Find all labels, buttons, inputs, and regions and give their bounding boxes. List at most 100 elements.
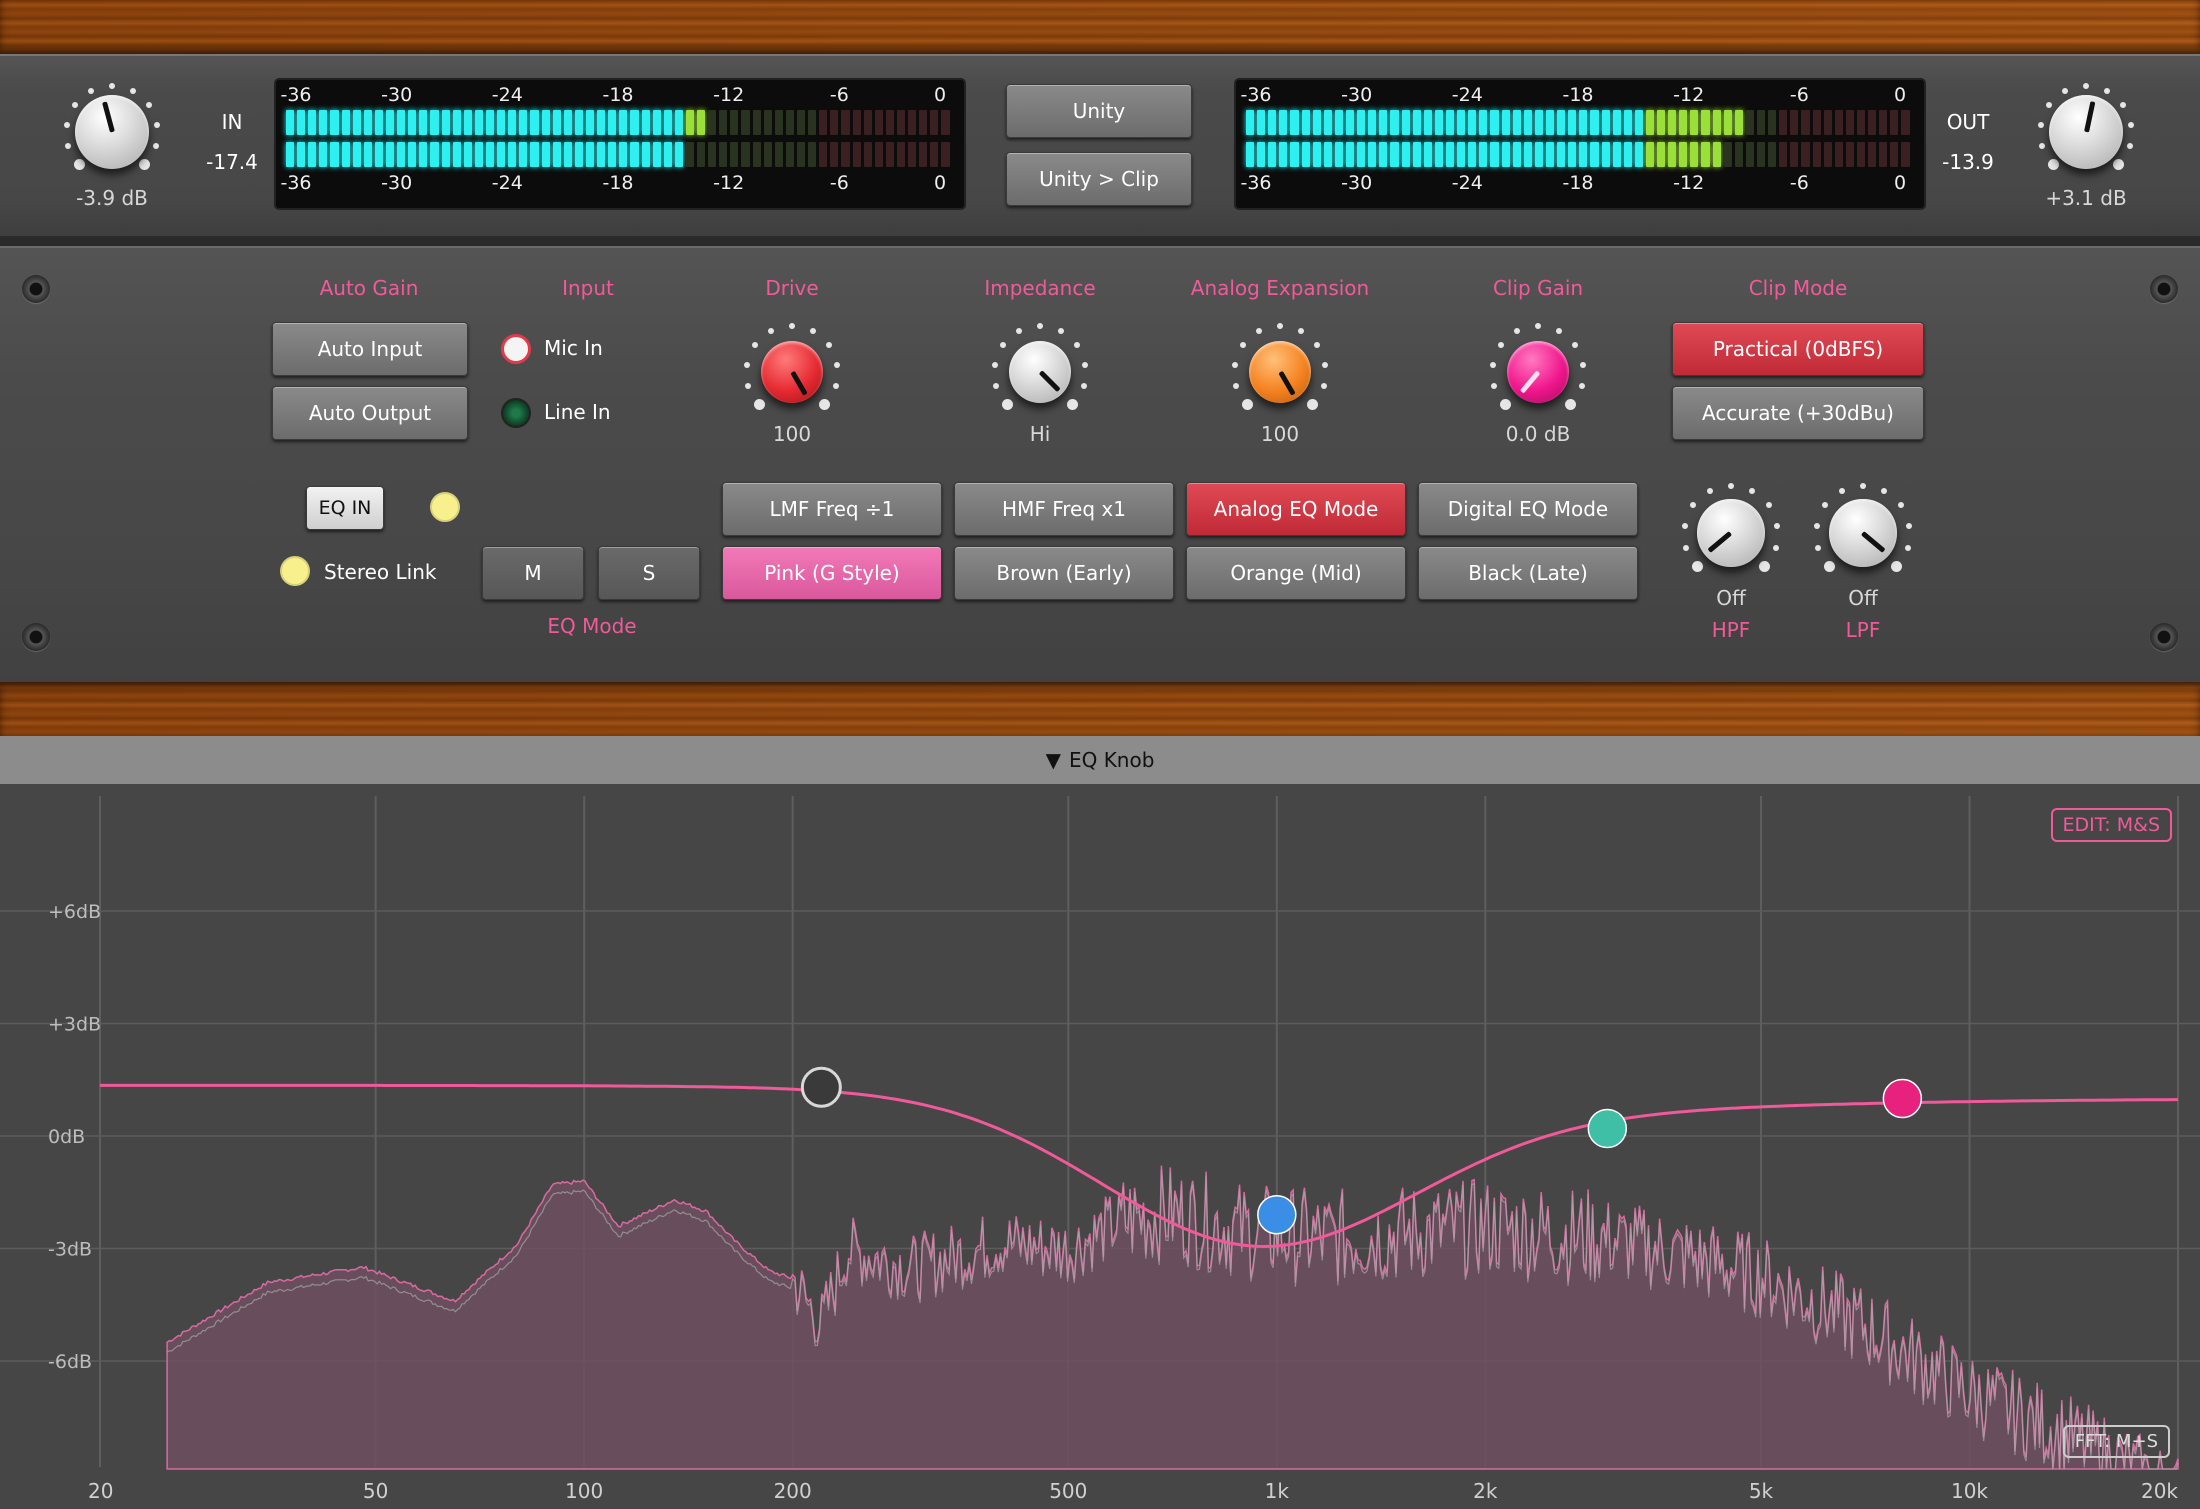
knob-tick [745, 383, 752, 390]
eq-panel-toggle[interactable]: ▼ EQ Knob [0, 736, 2200, 784]
meter-segment [808, 110, 817, 135]
knob-cap [1697, 499, 1765, 567]
knob-tick [1758, 560, 1770, 572]
knob-tick [1320, 383, 1327, 390]
mic-in-radio[interactable] [501, 334, 531, 364]
eq-mode-m-button[interactable]: M [482, 546, 584, 600]
meter-segment [641, 142, 650, 167]
stereo-link-indicator[interactable] [280, 556, 310, 586]
eq-band-handle-high[interactable] [1882, 1078, 1923, 1119]
meter-segment [1757, 142, 1766, 167]
line-in-radio[interactable] [501, 398, 531, 428]
meter-segment [863, 110, 872, 135]
meter-segment [1434, 110, 1443, 135]
eq-band-handle-low-mid[interactable] [1257, 1195, 1297, 1235]
hmf-freq-button[interactable]: HMF Freq x1 [954, 482, 1174, 536]
db-axis-label: 0dB [48, 1126, 85, 1148]
meter-segment [697, 110, 706, 135]
meter-segment [1412, 142, 1421, 167]
analog-eq-mode-button[interactable]: Analog EQ Mode [1186, 482, 1406, 536]
eq-band-handle-low[interactable] [800, 1066, 842, 1108]
meter-scale-label: 0 [933, 172, 947, 194]
digital-eq-mode-button[interactable]: Digital EQ Mode [1418, 482, 1638, 536]
knob-cap [761, 341, 823, 403]
hpf-knob[interactable] [1680, 482, 1782, 584]
knob-tick [1535, 323, 1541, 329]
auto-output-button[interactable]: Auto Output [272, 386, 468, 440]
clip-gain-value: 0.0 dB [1505, 422, 1571, 446]
meter-segment [552, 110, 561, 135]
auto-input-button[interactable]: Auto Input [272, 322, 468, 376]
unity-button[interactable]: Unity [1006, 84, 1192, 138]
meter-segment [619, 110, 628, 135]
knob-tick [819, 399, 831, 411]
meter-segment [1501, 110, 1510, 135]
meter-segment [1379, 110, 1388, 135]
orange-style-button[interactable]: Orange (Mid) [1186, 546, 1406, 600]
meter-segment [1723, 110, 1732, 135]
meter-segment [852, 110, 861, 135]
knob-indicator [1277, 370, 1296, 396]
meter-segment [897, 142, 906, 167]
meter-segment [463, 142, 472, 167]
drive-knob[interactable] [742, 322, 842, 422]
practical-clip-button[interactable]: Practical (0dBFS) [1672, 322, 1924, 376]
eq-graph[interactable]: +6dB +3dB 0dB -3dB -6dB 20 50 100 200 500 1k 2k 5k 10… [0, 784, 2200, 1509]
meter-segment [1601, 142, 1610, 167]
meter-scale-label: -30 [381, 84, 413, 106]
knob-tick [993, 383, 1000, 390]
meter-segment [1712, 142, 1721, 167]
lmf-freq-button[interactable]: LMF Freq ÷1 [722, 482, 942, 536]
edit-mode-tag[interactable]: EDIT: M&S [2050, 808, 2172, 842]
meter-segment [663, 110, 672, 135]
meter-segment [430, 110, 439, 135]
brown-style-button[interactable]: Brown (Early) [954, 546, 1174, 600]
meter-segment [352, 110, 361, 135]
fft-mode-tag[interactable]: FFT: M+S [2062, 1425, 2170, 1458]
meter-segment [752, 142, 761, 167]
rack-screw [22, 275, 50, 303]
meter-segment [1512, 110, 1521, 135]
meter-segment [319, 142, 328, 167]
knob-tick [2037, 121, 2044, 128]
knob-tick [1233, 383, 1240, 390]
meter-segment [752, 110, 761, 135]
knob-tick [1815, 544, 1822, 551]
knob-tick [65, 143, 72, 150]
meter-segment [930, 110, 939, 135]
eq-band-handle-high-mid[interactable] [1587, 1108, 1628, 1149]
meter-segment [885, 110, 895, 135]
eq-in-button[interactable]: EQ IN [306, 486, 384, 530]
analog-expansion-knob[interactable] [1230, 322, 1330, 422]
lpf-value: Off [1848, 586, 1878, 610]
unity-clip-button[interactable]: Unity > Clip [1006, 152, 1192, 206]
meter-bar [1246, 142, 1910, 167]
clip-gain-knob[interactable] [1488, 322, 1588, 422]
meter-scale: -36 -30 -24 -18 -12 -6 0 [1236, 84, 1924, 108]
meter-scale-label: -18 [602, 84, 634, 106]
eq-mode-s-button[interactable]: S [598, 546, 700, 600]
meter-scale-label: -24 [491, 84, 523, 106]
output-gain-knob[interactable] [2036, 82, 2136, 182]
rack-screw [2150, 275, 2178, 303]
meter-segment [1779, 110, 1788, 135]
meter-segment [685, 142, 695, 167]
meter-scale-label: -18 [1562, 172, 1594, 194]
knob-tick [1906, 522, 1913, 529]
meter-segment [741, 142, 750, 167]
accurate-clip-button[interactable]: Accurate (+30dBu) [1672, 386, 1924, 440]
impedance-knob[interactable] [990, 322, 1090, 422]
knob-tick [1689, 502, 1696, 509]
lpf-knob[interactable] [1812, 482, 1914, 584]
knob-tick [1683, 544, 1690, 551]
input-gain-knob[interactable] [62, 82, 162, 182]
black-style-button[interactable]: Black (Late) [1418, 546, 1638, 600]
meter-segment [1745, 110, 1755, 135]
meter-segment [619, 142, 628, 167]
meter-segment [363, 110, 372, 135]
eq-graph-area[interactable]: +6dB +3dB 0dB -3dB -6dB 20 50 100 200 500 1k 2k 5k 10… [0, 784, 2200, 1509]
meter-segment [897, 110, 906, 135]
knob-tick [1706, 488, 1713, 495]
meter-segment [763, 142, 772, 167]
pink-style-button[interactable]: Pink (G Style) [722, 546, 942, 600]
